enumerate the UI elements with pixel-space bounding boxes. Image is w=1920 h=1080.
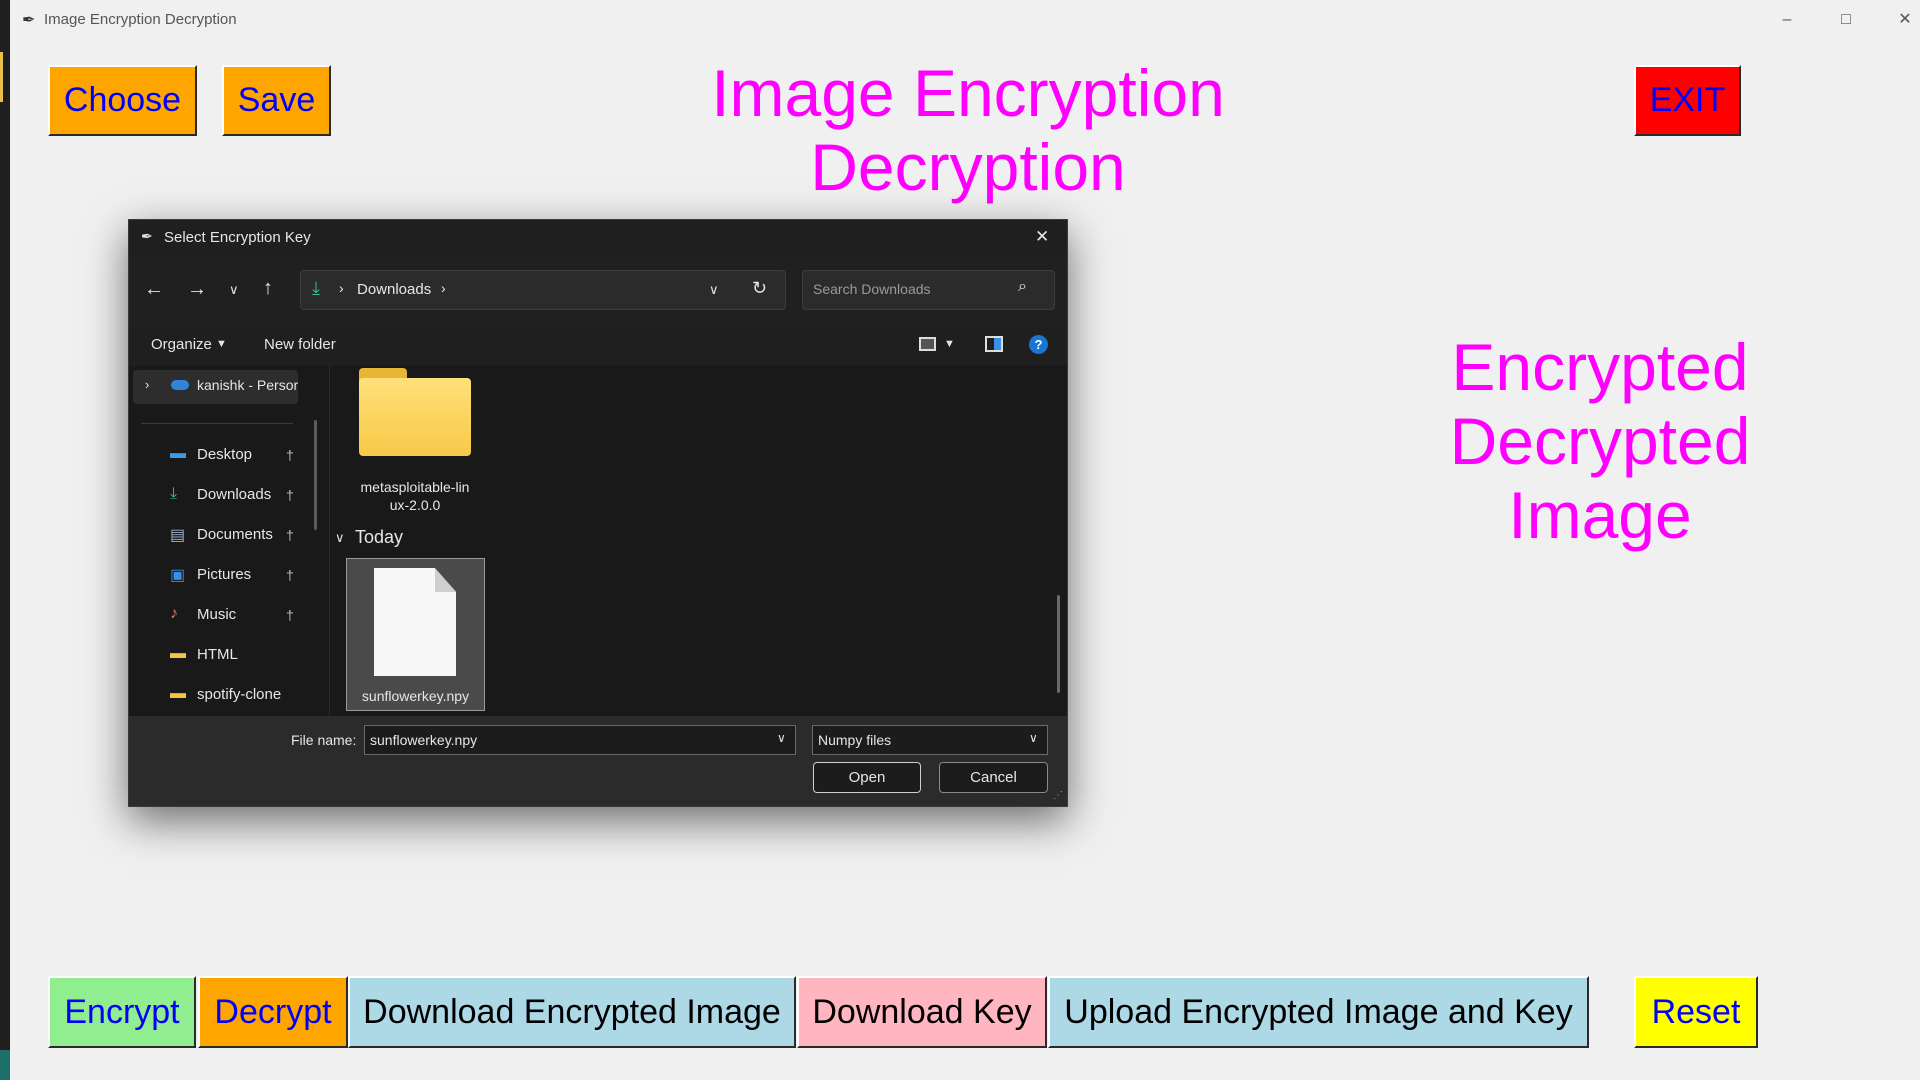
choose-button[interactable]: Choose: [48, 65, 197, 136]
sidebar-item[interactable]: ⤓ Downloads †: [129, 481, 309, 511]
forward-arrow-icon[interactable]: →: [187, 278, 207, 301]
breadcrumb-separator-icon: ›: [339, 280, 344, 296]
sidebar-item-label: Downloads: [197, 486, 272, 503]
pane-divider: [329, 366, 330, 716]
taskbar-edge: [0, 1050, 10, 1080]
sidebar-item[interactable]: ▬ Desktop †: [129, 441, 309, 471]
music-icon: ♪: [170, 605, 178, 622]
page-title-line: Image Encryption: [711, 56, 1225, 130]
sidebar-item[interactable]: ♪ Music †: [129, 601, 309, 631]
preview-label-line: Decrypted: [1449, 404, 1751, 478]
sidebar-item[interactable]: ▬ HTML: [129, 641, 309, 671]
desktop-icon: ▬: [170, 445, 186, 462]
group-header-today: Today: [355, 527, 404, 547]
page-title: Image Encryption Decryption: [640, 56, 1296, 204]
file-name: sunflowerkey.npy: [361, 688, 470, 704]
sidebar-item[interactable]: ▣ Pictures †: [129, 561, 309, 591]
minimize-icon[interactable]: –: [1764, 6, 1810, 34]
folder-name-line: metasploitable-lin: [360, 479, 470, 495]
search-icon[interactable]: ⌕: [1018, 278, 1027, 296]
sidebar-item-label: HTML: [197, 646, 238, 663]
file-type-value: Numpy files: [818, 732, 892, 748]
back-arrow-icon[interactable]: ←: [144, 278, 164, 301]
organize-button[interactable]: Organize: [151, 336, 212, 353]
close-icon[interactable]: ✕: [1882, 6, 1920, 34]
folder-name-line: ux-2.0.0: [389, 497, 441, 513]
sidebar-item-label: Desktop: [197, 446, 253, 463]
file-name-label: File name:: [291, 732, 357, 748]
refresh-icon[interactable]: ↻: [752, 278, 767, 299]
exit-button[interactable]: EXIT: [1634, 65, 1741, 136]
sidebar-item-label: Documents: [197, 526, 273, 543]
open-button[interactable]: Open: [813, 762, 921, 793]
breadcrumb[interactable]: Downloads: [357, 281, 431, 298]
reset-button[interactable]: Reset: [1634, 976, 1758, 1048]
pin-icon[interactable]: †: [286, 607, 294, 623]
chevron-down-icon[interactable]: ∨: [1029, 731, 1038, 745]
cancel-button[interactable]: Cancel: [939, 762, 1048, 793]
up-arrow-icon[interactable]: ↑: [263, 277, 273, 300]
document-icon: ▤: [170, 527, 186, 544]
search-placeholder: Search Downloads: [813, 281, 931, 297]
view-icon[interactable]: [919, 337, 936, 351]
folder-icon[interactable]: [359, 368, 471, 456]
encrypt-button[interactable]: Encrypt: [48, 976, 196, 1048]
image-preview-label: Encrypted Decrypted Image: [1400, 330, 1800, 552]
background-window-accent: [0, 52, 3, 102]
file-open-dialog: ✒ Select Encryption Key ✕ ← → ∨ ↑ ⤓ › Do…: [128, 219, 1068, 807]
maximize-icon[interactable]: □: [1823, 6, 1869, 34]
preview-pane-icon[interactable]: [985, 336, 1003, 352]
chevron-down-icon[interactable]: ∨: [335, 530, 345, 546]
address-dropdown-icon[interactable]: ∨: [709, 282, 719, 298]
decrypt-button[interactable]: Decrypt: [198, 976, 348, 1048]
preview-label-line: Image: [1508, 478, 1692, 552]
nav-divider: [141, 423, 293, 424]
feather-icon: ✒: [141, 228, 153, 244]
window-titlebar: [10, 0, 1920, 40]
new-folder-button[interactable]: New folder: [264, 336, 336, 353]
recent-dropdown-icon[interactable]: ∨: [229, 282, 239, 298]
sidebar-item[interactable]: ▤ Documents †: [129, 521, 309, 551]
file-list-scrollbar[interactable]: [1057, 595, 1060, 693]
help-icon[interactable]: ?: [1029, 335, 1048, 354]
sidebar-item-label: Music: [197, 606, 237, 623]
dialog-title: Select Encryption Key: [164, 229, 311, 246]
folder-item[interactable]: metasploitable-lin ux-2.0.0: [329, 478, 501, 514]
sidebar-item[interactable]: ▬ spotify-clone: [129, 681, 309, 711]
file-icon: [374, 568, 456, 676]
chevron-down-icon: ▼: [216, 338, 227, 350]
pin-icon[interactable]: †: [286, 567, 294, 583]
pin-icon[interactable]: †: [286, 447, 294, 463]
pin-icon[interactable]: †: [286, 487, 294, 503]
pin-icon[interactable]: †: [286, 527, 294, 543]
download-icon: ⤓: [312, 278, 320, 298]
folder-icon: ▬: [170, 685, 186, 702]
upload-encrypted-image-and-key-button[interactable]: Upload Encrypted Image and Key: [1048, 976, 1589, 1048]
chevron-down-icon[interactable]: ▼: [944, 338, 955, 350]
background-window-edge: [0, 0, 10, 1080]
download-icon: ⤓: [170, 485, 178, 502]
resize-grip-icon[interactable]: ⋰: [1053, 790, 1063, 801]
preview-label-line: Encrypted: [1451, 330, 1749, 404]
download-encrypted-image-button[interactable]: Download Encrypted Image: [348, 976, 796, 1048]
folder-icon: ▬: [170, 645, 186, 662]
nav-item-onedrive[interactable]: kanishk - Persor: [197, 377, 298, 393]
pictures-icon: ▣: [170, 567, 186, 584]
sidebar-item-label: spotify-clone: [197, 686, 282, 703]
save-button[interactable]: Save: [222, 65, 331, 136]
file-name-value: sunflowerkey.npy: [370, 732, 478, 748]
page-title-line: Decryption: [810, 130, 1126, 204]
window-title: Image Encryption Decryption: [44, 11, 237, 28]
feather-icon: ✒: [22, 12, 36, 29]
download-key-button[interactable]: Download Key: [797, 976, 1047, 1048]
chevron-right-icon[interactable]: ›: [145, 377, 149, 392]
dialog-close-icon[interactable]: ✕: [1035, 227, 1049, 247]
chevron-down-icon[interactable]: ∨: [777, 731, 786, 745]
breadcrumb-separator-icon: ›: [441, 280, 446, 296]
cloud-icon: [171, 380, 189, 390]
sidebar-item-label: Pictures: [197, 566, 252, 583]
nav-scrollbar[interactable]: [314, 420, 317, 530]
